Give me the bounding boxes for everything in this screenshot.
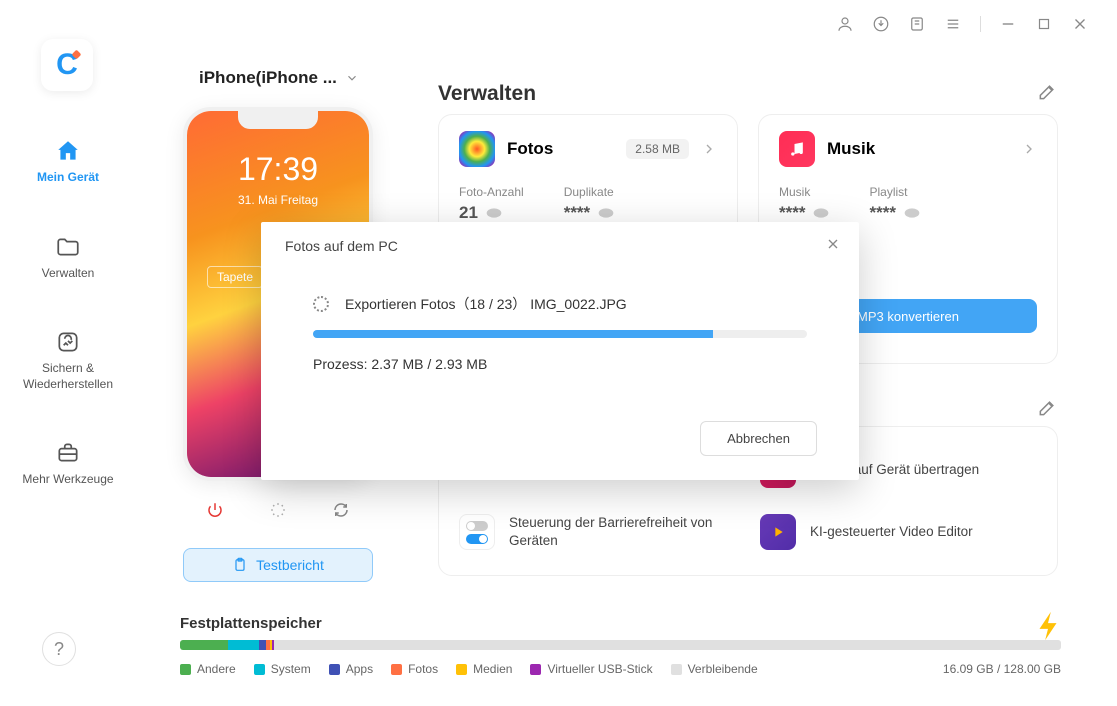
feedback-icon[interactable]	[908, 15, 926, 33]
music-app-icon	[779, 131, 815, 167]
sidebar-item-backup[interactable]: Sichern & Wiederherstellen	[18, 321, 118, 400]
home-icon	[55, 138, 81, 164]
legend-item: System	[254, 662, 311, 676]
stat-value: 21	[459, 203, 478, 223]
testbericht-button[interactable]: Testbericht	[183, 548, 373, 582]
clipboard-icon	[232, 557, 248, 573]
minimize-icon[interactable]	[999, 15, 1017, 33]
wallpaper-button[interactable]: Tapete	[207, 266, 263, 288]
eye-icon	[486, 207, 502, 219]
stat-value: ****	[779, 203, 805, 223]
progress-fill	[313, 330, 713, 338]
phone-time: 17:39	[187, 151, 369, 188]
edit-icon[interactable]	[1037, 398, 1057, 418]
toolbox-icon	[55, 440, 81, 466]
sidebar-item-label: Sichern & Wiederherstellen	[18, 361, 118, 392]
stat-label: Duplikate	[564, 185, 614, 199]
spinner-icon	[313, 296, 329, 312]
photos-app-icon	[459, 131, 495, 167]
titlebar	[808, 0, 1117, 48]
device-dropdown[interactable]: iPhone(iPhone ...	[199, 68, 359, 88]
chevron-down-icon	[345, 71, 359, 85]
menu-icon[interactable]	[944, 15, 962, 33]
legend-item: Verbleibende	[671, 662, 758, 676]
eye-icon	[904, 207, 920, 219]
legend-item: Medien	[456, 662, 512, 676]
testbericht-label: Testbericht	[256, 557, 324, 573]
dialog-title: Fotos auf dem PC	[285, 238, 835, 254]
legend-item: Virtueller USB-Stick	[530, 662, 652, 676]
sidebar-item-label: Verwalten	[42, 266, 95, 282]
dialog-process-text: Prozess: 2.37 MB / 2.93 MB	[313, 356, 807, 372]
download-icon[interactable]	[872, 15, 890, 33]
progress-bar	[313, 330, 807, 338]
legend-item: Andere	[180, 662, 236, 676]
stat-value: ****	[564, 203, 590, 223]
power-icon[interactable]	[206, 501, 224, 519]
close-icon[interactable]	[1071, 15, 1089, 33]
eye-icon	[813, 207, 829, 219]
stat-value: ****	[869, 203, 895, 223]
card-title: Fotos	[507, 139, 614, 159]
shortcut-label: Steuerung der Barrierefreiheit von Gerät…	[509, 514, 736, 550]
shortcut-label: KI-gesteuerter Video Editor	[810, 523, 973, 541]
phone-actions	[183, 492, 373, 528]
legend-item: Apps	[329, 662, 373, 676]
edit-icon[interactable]	[1037, 82, 1057, 102]
close-icon[interactable]	[825, 236, 841, 252]
shortcut-video-editor[interactable]: KI-gesteuerter Video Editor	[760, 509, 1037, 555]
cancel-button[interactable]: Abbrechen	[700, 421, 817, 456]
stat-label: Foto-Anzahl	[459, 185, 524, 199]
chevron-right-icon	[701, 141, 717, 157]
storage-total: 16.09 GB / 128.00 GB	[943, 662, 1061, 676]
user-icon[interactable]	[836, 15, 854, 33]
legend-item: Fotos	[391, 662, 438, 676]
card-size: 2.58 MB	[626, 139, 689, 159]
dialog-status-text: Exportieren Fotos（18 / 23） IMG_0022.JPG	[345, 294, 627, 314]
stat-label: Playlist	[869, 185, 919, 199]
storage-section: Festplattenspeicher Andere System Apps Foto…	[180, 615, 1061, 676]
eye-icon	[598, 207, 614, 219]
device-name: iPhone(iPhone ...	[199, 68, 337, 88]
backup-icon	[55, 329, 81, 355]
video-editor-icon	[760, 514, 796, 550]
clean-icon[interactable]	[1031, 609, 1065, 643]
card-title: Musik	[827, 139, 1009, 159]
shortcut-accessibility[interactable]: Steuerung der Barrierefreiheit von Gerät…	[459, 509, 736, 555]
phone-date: 31. Mai Freitag	[187, 193, 369, 207]
storage-legend: Andere System Apps Fotos Medien Virtueller US…	[180, 662, 1061, 676]
sidebar-item-manage[interactable]: Verwalten	[18, 226, 118, 290]
export-dialog: Fotos auf dem PC Exportieren Fotos（18 / …	[261, 222, 859, 480]
sidebar: Mein Gerät Verwalten Sichern & Wiederher…	[18, 130, 118, 496]
toggle-icon	[459, 514, 495, 550]
sidebar-item-label: Mein Gerät	[37, 170, 99, 186]
chevron-right-icon	[1021, 141, 1037, 157]
refresh-icon[interactable]	[332, 501, 350, 519]
loading-icon[interactable]	[269, 501, 287, 519]
sidebar-item-device[interactable]: Mein Gerät	[18, 130, 118, 194]
sidebar-item-tools[interactable]: Mehr Werkzeuge	[18, 432, 118, 496]
app-logo: C	[41, 39, 93, 91]
maximize-icon[interactable]	[1035, 15, 1053, 33]
separator	[980, 16, 981, 32]
storage-bar	[180, 640, 1061, 650]
sidebar-item-label: Mehr Werkzeuge	[22, 472, 113, 488]
stat-label: Musik	[779, 185, 829, 199]
folder-icon	[55, 234, 81, 260]
phone-notch	[238, 111, 318, 129]
section-title: Verwalten	[438, 82, 536, 106]
help-button[interactable]: ?	[42, 632, 76, 666]
storage-title: Festplattenspeicher	[180, 615, 1061, 632]
